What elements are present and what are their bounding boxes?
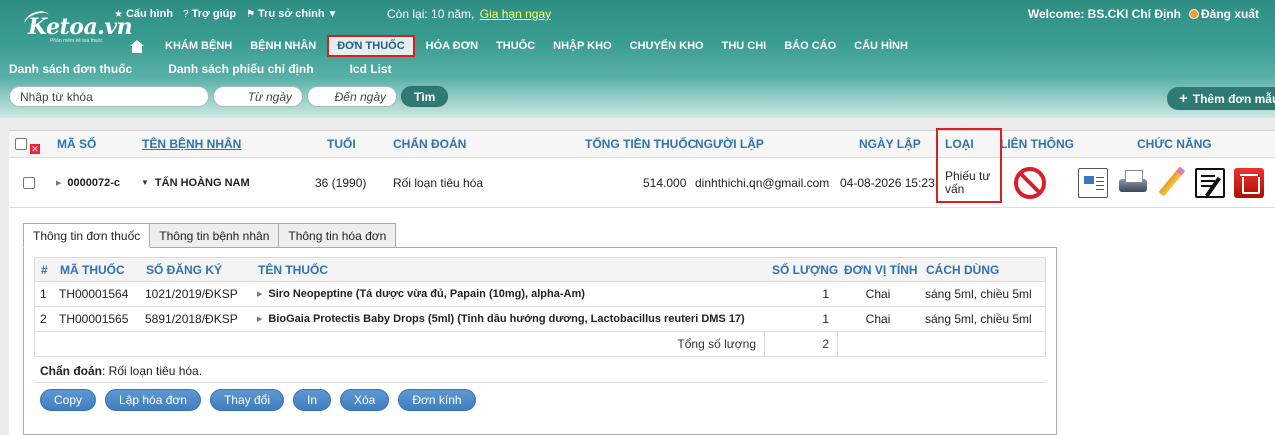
diagnosis-line: Chẩn đoán: Rối loạn tiêu hóa.: [34, 359, 1046, 383]
search-bar: Tìm: [9, 86, 449, 107]
logout-link[interactable]: Đăng xuất: [1188, 7, 1259, 21]
expand-icon[interactable]: ▶: [56, 179, 61, 187]
nav-nhap-kho[interactable]: NHẬP KHO: [544, 36, 620, 56]
logo-tagline: Phần mềm kê toa thuốc: [50, 38, 103, 44]
help-icon: ?: [183, 8, 189, 20]
nav-thu-chi[interactable]: THU CHI: [713, 36, 776, 56]
header-code[interactable]: MÃ SỐ: [57, 131, 96, 157]
header-age: TUỔI: [327, 137, 356, 151]
plus-icon: +: [1179, 90, 1188, 107]
table-row: 2 TH00001565 5891/2018/ĐKSP ▶ BioGaia Pro…: [34, 307, 1046, 332]
subnav-icd[interactable]: Icd List: [350, 62, 392, 76]
power-icon: [1188, 9, 1199, 19]
from-date-input[interactable]: [213, 86, 303, 107]
create-invoice-button[interactable]: Lập hóa đơn: [105, 389, 201, 411]
edit-icon[interactable]: [1156, 168, 1186, 198]
print-button[interactable]: In: [292, 389, 331, 411]
ketoa-logo[interactable]: Ketoa.vn Phần mềm kê toa thuốc: [22, 8, 133, 50]
nav-benh-nhan[interactable]: BỆNH NHÂN: [241, 36, 325, 56]
detail-tabs: Thông tin đơn thuốc Thông tin bệnh nhân …: [23, 223, 397, 248]
nav-bao-cao[interactable]: BÁO CÁO: [775, 36, 845, 56]
table-row: 1 TH00001564 1021/2019/ĐKSP ▶ Siro Neopep…: [34, 282, 1046, 307]
header-functions: CHỨC NĂNG: [1137, 137, 1212, 151]
header-total: TỔNG TIỀN THUỐC: [585, 137, 697, 151]
detail-actions: Copy Lập hóa đơn Thay đổi In Xóa Đơn kín…: [40, 389, 476, 411]
change-button[interactable]: Thay đổi: [209, 389, 284, 411]
sign-document-icon[interactable]: [1195, 167, 1225, 198]
row-code: 0000072-c: [67, 176, 120, 189]
not-linked-icon[interactable]: [1014, 166, 1046, 199]
top-links: ★ Cấu hình ? Trợ giúp ⚑ Trụ sở chính ▼: [114, 8, 337, 20]
row-date: 04-08-2026 15:23: [840, 175, 935, 190]
nav-hoa-don[interactable]: HÓA ĐƠN: [417, 36, 487, 56]
star-icon: ★: [114, 8, 123, 20]
row-checkbox[interactable]: [23, 176, 35, 189]
subnav-prescriptions[interactable]: Danh sách đơn thuốc: [9, 62, 132, 76]
to-date-input[interactable]: [307, 86, 397, 107]
nav-kham-benh[interactable]: KHÁM BỆNH: [156, 36, 241, 56]
search-button[interactable]: Tìm: [401, 86, 449, 107]
user-area: Welcome: BS.CKI Chí Định Đăng xuất: [1028, 7, 1259, 21]
delete-selected-icon[interactable]: ✕: [30, 144, 40, 154]
print-icon[interactable]: [1117, 168, 1147, 198]
nav-cau-hinh[interactable]: CẤU HÌNH: [845, 36, 917, 56]
header-patient[interactable]: TÊN BỆNH NHÂN: [142, 131, 241, 157]
add-template-button[interactable]: + Thêm đơn mẫu: [1167, 87, 1275, 110]
header-type: LOẠI: [945, 137, 974, 151]
chevron-down-icon: ▼: [327, 8, 338, 20]
tab-prescription-info[interactable]: Thông tin đơn thuốc: [23, 223, 151, 248]
tab-patient-info[interactable]: Thông tin bệnh nhân: [149, 223, 280, 247]
branch-selector[interactable]: ⚑ Trụ sở chính ▼: [246, 8, 337, 20]
copy-button[interactable]: Copy: [40, 389, 97, 411]
pin-icon: ⚑: [246, 8, 256, 20]
app-header: Ketoa.vn Phần mềm kê toa thuốc ★ Cấu hình…: [0, 0, 1275, 118]
drug-table: # MÃ THUỐC SỐ ĐĂNG KÝ TÊN THUỐC SỐ LƯỢNG…: [34, 257, 1046, 357]
main-nav: KHÁM BỆNH BỆNH NHÂN ĐƠN THUỐC HÓA ĐƠN TH…: [126, 33, 917, 59]
home-icon[interactable]: [130, 39, 144, 53]
help-link[interactable]: ? Trợ giúp: [183, 8, 236, 20]
header-link: LIÊN THÔNG: [1000, 137, 1074, 151]
nav-chuyen-kho[interactable]: CHUYỂN KHO: [621, 36, 713, 56]
header-date: NGÀY LẬP: [859, 137, 921, 151]
renew-link[interactable]: Gia hạn ngay: [480, 7, 551, 21]
delete-button[interactable]: Xóa: [340, 389, 390, 411]
glasses-prescription-button[interactable]: Đơn kính: [398, 389, 476, 411]
row-total: 514.000: [643, 175, 687, 190]
nav-thuoc[interactable]: THUỐC: [487, 36, 544, 56]
header-diagnosis: CHẨN ĐOÁN: [393, 137, 467, 151]
tab-panel: # MÃ THUỐC SỐ ĐĂNG KÝ TÊN THUỐC SỐ LƯỢNG…: [23, 247, 1057, 435]
row-functions: [1078, 158, 1264, 207]
row-creator: dinhthichi.qn@gmail.com: [695, 175, 830, 190]
header-creator: NGƯỜI LẬP: [695, 137, 764, 151]
tab-invoice-info[interactable]: Thông tin hóa đơn: [278, 223, 397, 247]
delete-icon[interactable]: [1234, 167, 1264, 198]
subscription-remaining: Còn lại: 10 năm, Gia hạn ngay: [387, 7, 552, 21]
row-type: Phiếu tư vấn: [945, 168, 991, 196]
view-record-icon[interactable]: [1078, 167, 1108, 198]
settings-link[interactable]: ★ Cấu hình: [114, 8, 173, 20]
sub-nav: Danh sách đơn thuốc Danh sách phiếu chỉ …: [9, 62, 428, 76]
nav-don-thuoc[interactable]: ĐƠN THUỐC: [327, 35, 415, 57]
total-row: Tổng số lượng 2: [34, 332, 1046, 357]
drug-table-header: # MÃ THUỐC SỐ ĐĂNG KÝ TÊN THUỐC SỐ LƯỢNG…: [34, 257, 1046, 282]
subnav-orders[interactable]: Danh sách phiếu chỉ định: [168, 62, 313, 76]
expand-icon[interactable]: ▶: [257, 290, 262, 298]
detail-panel: Thông tin đơn thuốc Thông tin bệnh nhân …: [9, 208, 1071, 435]
row-age: 36 (1990): [315, 175, 367, 190]
row-diagnosis: Rối loạn tiêu hóa: [393, 175, 484, 190]
dropdown-icon[interactable]: ▼: [141, 178, 149, 187]
table-row[interactable]: ▶ 0000072-c ▼ TẤN HOÀNG NAM 36 (1990) Rối …: [9, 158, 1275, 208]
list-header: ✕ MÃ SỐ TÊN BỆNH NHÂN TUỔI CHẨN ĐOÁN TỔN…: [9, 131, 1275, 158]
welcome-text: Welcome: BS.CKI Chí Định: [1027, 7, 1181, 21]
row-patient: TẤN HOÀNG NAM: [154, 176, 250, 189]
select-all-checkbox[interactable]: [15, 138, 27, 150]
expand-icon[interactable]: ▶: [257, 315, 262, 323]
keyword-input[interactable]: [9, 86, 209, 107]
